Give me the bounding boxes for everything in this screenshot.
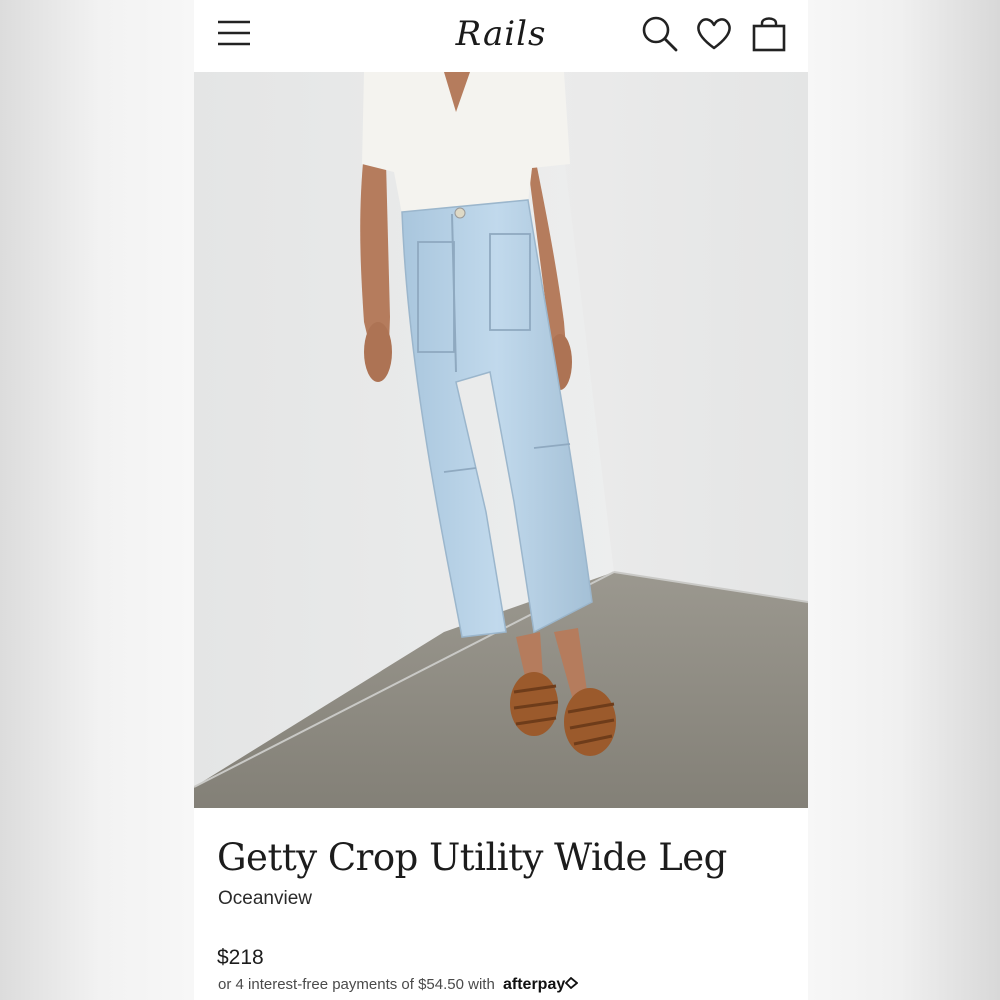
product-title: Getty Crop Utility Wide Leg bbox=[217, 836, 727, 879]
search-button[interactable] bbox=[640, 14, 680, 54]
bag-icon bbox=[752, 17, 786, 52]
menu-button[interactable] bbox=[216, 14, 256, 54]
afterpay-arrows-icon bbox=[564, 976, 579, 990]
brand-logo[interactable]: Rails bbox=[434, 6, 568, 62]
wishlist-button[interactable] bbox=[695, 14, 735, 54]
product-photo bbox=[194, 72, 808, 808]
product-price: $218 bbox=[217, 946, 264, 969]
heart-icon bbox=[697, 18, 731, 50]
menu-icon bbox=[218, 20, 250, 46]
installment-info: or 4 interest-free payments of $54.50 wi… bbox=[218, 976, 579, 994]
site-header: Rails bbox=[194, 0, 808, 72]
search-icon bbox=[642, 16, 678, 52]
installment-text: or 4 interest-free payments of $54.50 wi… bbox=[218, 976, 495, 993]
product-image-carousel[interactable] bbox=[194, 72, 808, 808]
product-color-name: Oceanview bbox=[218, 888, 312, 909]
cart-button[interactable] bbox=[750, 14, 790, 54]
product-page: Rails Getty Crop Utility Wide Leg Oceanv… bbox=[194, 0, 808, 1000]
afterpay-logo[interactable]: afterpay bbox=[503, 976, 579, 993]
